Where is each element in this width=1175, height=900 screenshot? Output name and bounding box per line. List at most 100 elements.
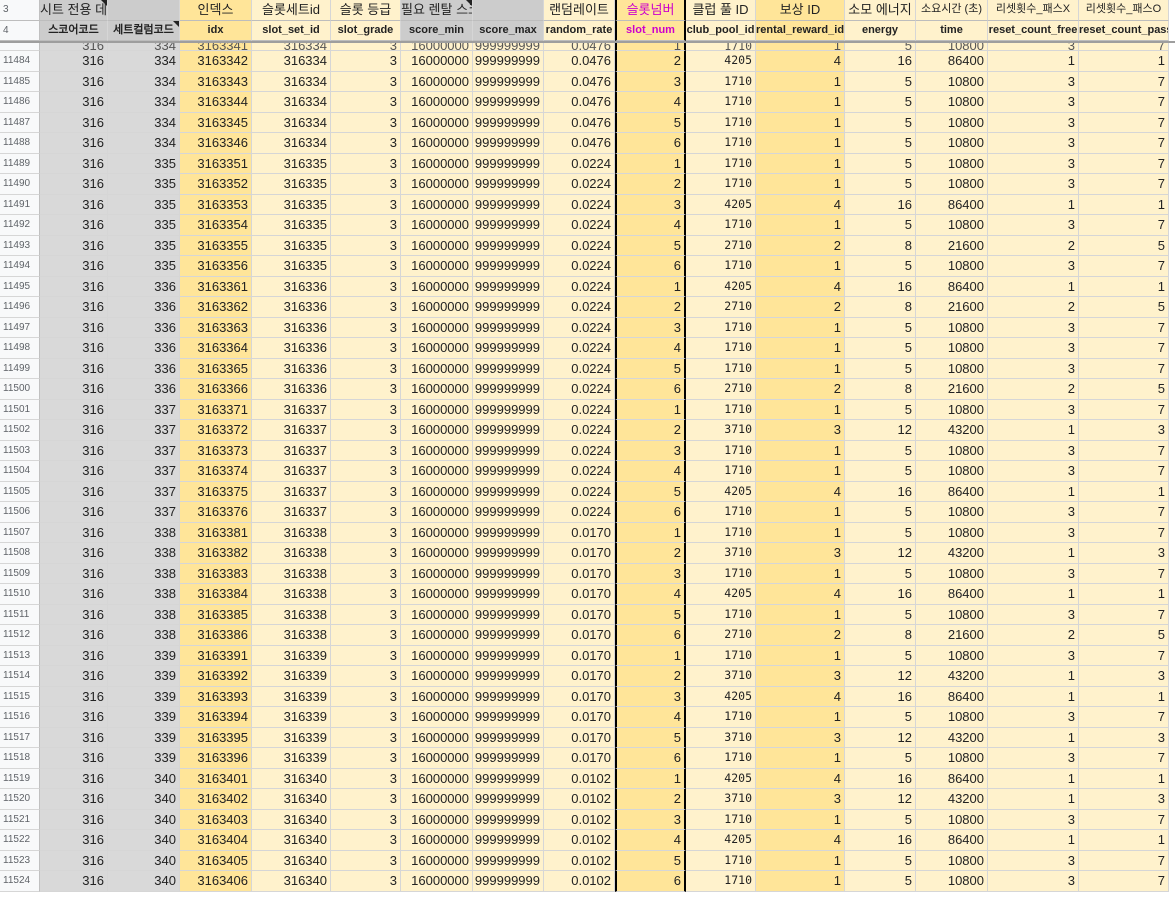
cell-reset-count-pass[interactable]: 7 — [1079, 43, 1169, 51]
table-row[interactable]: 11510 316 338 3163384 316338 3 16000000 9999999… — [0, 584, 1175, 605]
cell-idx[interactable]: 3163355 — [180, 235, 252, 256]
cell-reset-count-free[interactable]: 2 — [988, 297, 1079, 318]
cell-energy[interactable]: 5 — [845, 92, 916, 113]
cell-slot-num[interactable]: 3 — [615, 686, 686, 707]
table-row[interactable]: 11500 316 336 3163366 316336 3 16000000 9999999… — [0, 379, 1175, 400]
cell-random-rate[interactable]: 0.0170 — [544, 625, 615, 646]
cell-set-column-code[interactable]: 339 — [108, 645, 180, 666]
cell-idx[interactable]: 3163372 — [180, 420, 252, 441]
cell-reset-count-free[interactable]: 3 — [988, 748, 1079, 769]
cell-reset-count-free[interactable]: 1 — [988, 666, 1079, 687]
cell-score-min[interactable]: 16000000 — [401, 215, 473, 236]
cell-set-column-code[interactable]: 336 — [108, 379, 180, 400]
cell-score-code[interactable]: 316 — [40, 399, 108, 420]
cell-slot-num[interactable]: 3 — [615, 194, 686, 215]
cell-time[interactable]: 10800 — [916, 707, 988, 728]
cell-rental-reward-id[interactable]: 1 — [756, 461, 845, 482]
cell-slot-set-id[interactable]: 316338 — [252, 543, 331, 564]
cell-slot-set-id[interactable]: 316340 — [252, 830, 331, 851]
cell-energy[interactable]: 5 — [845, 71, 916, 92]
cell-set-column-code[interactable]: 336 — [108, 317, 180, 338]
cell-set-column-code[interactable]: 339 — [108, 707, 180, 728]
cell-slot-num[interactable]: 4 — [615, 92, 686, 113]
cell-club-pool-id[interactable]: 3710 — [686, 666, 756, 687]
cell-score-max[interactable]: 999999999 — [473, 625, 544, 646]
cell-time[interactable]: 10800 — [916, 71, 988, 92]
cell-energy[interactable]: 16 — [845, 768, 916, 789]
cell-slot-set-id[interactable]: 316337 — [252, 420, 331, 441]
cell-score-code[interactable]: 316 — [40, 51, 108, 72]
cell-score-max[interactable]: 999999999 — [473, 420, 544, 441]
cell-slot-num[interactable]: 1 — [615, 43, 686, 51]
cell-energy[interactable]: 16 — [845, 830, 916, 851]
cell-set-column-code[interactable]: 340 — [108, 768, 180, 789]
cell-reset-count-free[interactable]: 3 — [988, 399, 1079, 420]
cell-random-rate[interactable]: 0.0170 — [544, 748, 615, 769]
cell-slot-set-id[interactable]: 316340 — [252, 768, 331, 789]
cell-score-code[interactable]: 316 — [40, 645, 108, 666]
cell-score-code[interactable]: 316 — [40, 215, 108, 236]
cell-energy[interactable]: 5 — [845, 256, 916, 277]
cell-score-code[interactable]: 316 — [40, 174, 108, 195]
cell-score-max[interactable]: 999999999 — [473, 174, 544, 195]
cell-reset-count-free[interactable]: 3 — [988, 338, 1079, 359]
cell-set-column-code[interactable]: 335 — [108, 235, 180, 256]
cell-score-max[interactable]: 999999999 — [473, 645, 544, 666]
cell-idx[interactable]: 3163343 — [180, 71, 252, 92]
cell-score-max[interactable]: 999999999 — [473, 461, 544, 482]
cell-score-code[interactable]: 316 — [40, 153, 108, 174]
row-number[interactable]: 3 — [0, 0, 40, 21]
cell-score-code[interactable]: 316 — [40, 133, 108, 154]
cell-slot-set-id[interactable]: 316334 — [252, 92, 331, 113]
cell-score-code[interactable]: 316 — [40, 194, 108, 215]
cell-score-min[interactable]: 16000000 — [401, 748, 473, 769]
cell-slot-num[interactable]: 3 — [615, 440, 686, 461]
cell-idx[interactable]: 3163362 — [180, 297, 252, 318]
cell-time[interactable]: 10800 — [916, 174, 988, 195]
cell-rental-reward-id[interactable]: 1 — [756, 399, 845, 420]
row-number[interactable]: 11493 — [0, 235, 40, 256]
cell-rental-reward-id[interactable]: 1 — [756, 809, 845, 830]
cell-club-pool-id[interactable]: 1710 — [686, 256, 756, 277]
cell-slot-grade[interactable]: 3 — [331, 584, 401, 605]
cell-score-min[interactable]: 16000000 — [401, 727, 473, 748]
cell-slot-set-id[interactable]: 316336 — [252, 297, 331, 318]
key-set-column-code[interactable]: 세트컬럼코드 — [108, 20, 180, 41]
cell-slot-grade[interactable]: 3 — [331, 830, 401, 851]
cell-slot-grade[interactable]: 3 — [331, 789, 401, 810]
cell-score-max[interactable]: 999999999 — [473, 215, 544, 236]
cell-score-code[interactable]: 316 — [40, 358, 108, 379]
cell-slot-num[interactable]: 6 — [615, 502, 686, 523]
cell-energy[interactable]: 8 — [845, 235, 916, 256]
cell-slot-num[interactable]: 2 — [615, 666, 686, 687]
cell-random-rate[interactable]: 0.0170 — [544, 522, 615, 543]
cell-idx[interactable]: 3163373 — [180, 440, 252, 461]
table-row[interactable]: 11524 316 340 3163406 316340 3 16000000 9999999… — [0, 871, 1175, 892]
cell-club-pool-id[interactable]: 4205 — [686, 768, 756, 789]
cell-score-min[interactable]: 16000000 — [401, 112, 473, 133]
cell-rental-reward-id[interactable]: 1 — [756, 604, 845, 625]
cell-slot-num[interactable]: 4 — [615, 215, 686, 236]
cell-time[interactable]: 86400 — [916, 830, 988, 851]
cell-reset-count-free[interactable]: 2 — [988, 625, 1079, 646]
cell-slot-set-id[interactable]: 316336 — [252, 338, 331, 359]
cell-time[interactable]: 43200 — [916, 789, 988, 810]
cell-club-pool-id[interactable]: 1710 — [686, 461, 756, 482]
cell-set-column-code[interactable]: 340 — [108, 850, 180, 871]
key-time[interactable]: time — [916, 20, 988, 41]
cell-set-column-code[interactable]: 339 — [108, 748, 180, 769]
cell-time[interactable]: 10800 — [916, 153, 988, 174]
cell-score-max[interactable]: 999999999 — [473, 727, 544, 748]
cell-rental-reward-id[interactable]: 1 — [756, 112, 845, 133]
cell-score-code[interactable]: 316 — [40, 563, 108, 584]
cell-rental-reward-id[interactable]: 4 — [756, 481, 845, 502]
cell-energy[interactable]: 5 — [845, 604, 916, 625]
cell-slot-num[interactable]: 4 — [615, 584, 686, 605]
cell-slot-set-id[interactable]: 316340 — [252, 850, 331, 871]
table-row[interactable]: 11494 316 335 3163356 316335 3 16000000 9999999… — [0, 256, 1175, 277]
cell-rental-reward-id[interactable]: 3 — [756, 666, 845, 687]
cell-slot-set-id[interactable]: 316338 — [252, 584, 331, 605]
cell-rental-reward-id[interactable]: 4 — [756, 584, 845, 605]
cell-idx[interactable]: 3163354 — [180, 215, 252, 236]
cell-energy[interactable]: 5 — [845, 358, 916, 379]
